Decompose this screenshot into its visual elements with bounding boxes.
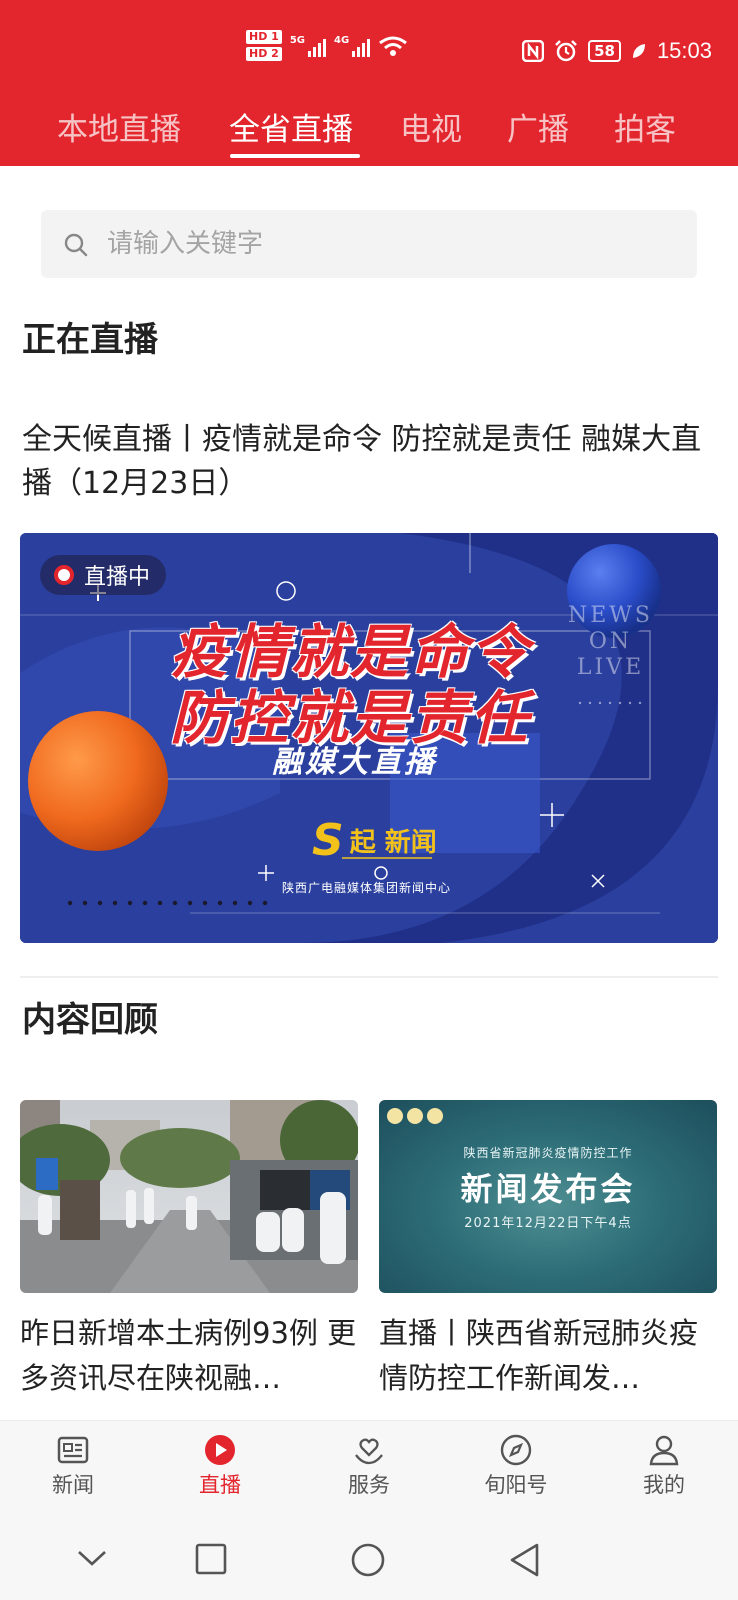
review-card-title[interactable]: 直播丨陕西省新冠肺炎疫情防控工作新闻发… — [379, 1311, 717, 1401]
nav-item-xunyang[interactable]: 旬阳号 — [466, 1433, 566, 1499]
tab-tv[interactable]: 电视 — [400, 104, 462, 149]
nav-label-news: 新闻 — [52, 1473, 94, 1497]
brand-s-logo: S — [312, 815, 344, 866]
search-icon — [64, 233, 88, 257]
signal-5g-label: 5G — [289, 34, 305, 46]
banner-brand-logo: S 起 新闻 — [312, 815, 437, 866]
live-play-icon — [205, 1435, 235, 1465]
hd1-indicator: HD 1 — [246, 30, 282, 44]
status-time: 15:03 — [656, 38, 712, 63]
review-card[interactable]: 昨日新增本土病例93例 更多资讯尽在陕视融… — [20, 1100, 358, 1401]
review-card-thumbnail[interactable]: 陕西省新冠肺炎疫情防控工作 新闻发布会 2021年12月22日下午4点 — [379, 1100, 717, 1293]
user-icon — [649, 1435, 679, 1466]
live-status-badge: 直播中 — [40, 555, 167, 595]
section-divider — [20, 976, 718, 978]
live-banner[interactable]: NEWS ON LIVE 直播中 疫情就是命令 防控就是责任 融媒大直播 S 起 新… — [20, 533, 718, 943]
nav-label-live: 直播 — [199, 1473, 241, 1497]
status-signal-group: HD 1 HD 2 5G 4G — [246, 30, 408, 61]
now-live-heading: 正在直播 — [22, 320, 158, 360]
live-badge-label: 直播中 — [84, 565, 151, 590]
banner-organization: 陕西广电融媒体集团新闻中心 — [282, 881, 452, 895]
alarm-icon — [555, 40, 577, 62]
app-header: HD 1 HD 2 5G 4G 58 15:03 本地直播 全省直播 电视 广播… — [0, 0, 738, 166]
tab-local-live[interactable]: 本地直播 — [57, 104, 181, 149]
live-dot-icon — [54, 565, 74, 585]
nfc-icon — [522, 40, 545, 62]
wifi-icon — [379, 36, 408, 56]
live-item-title[interactable]: 全天候直播丨疫情就是命令 防控就是责任 融媒大直播（12月23日） — [22, 418, 722, 506]
search-input[interactable] — [107, 222, 667, 266]
thumbnail-caption-date: 2021年12月22日下午4点 — [464, 1216, 632, 1231]
nav-label-mine: 我的 — [643, 1473, 685, 1497]
hd2-indicator: HD 2 — [246, 47, 282, 61]
back-icon[interactable] — [508, 1542, 542, 1578]
top-tab-bar: 本地直播 全省直播 电视 广播 拍客 — [0, 100, 738, 166]
news-icon — [57, 1436, 89, 1464]
nav-label-xunyang: 旬阳号 — [484, 1473, 548, 1497]
leaf-icon — [632, 44, 645, 58]
review-card-thumbnail[interactable] — [20, 1100, 358, 1293]
nav-item-news[interactable]: 新闻 — [23, 1433, 123, 1499]
hd-indicators: HD 1 HD 2 — [246, 30, 282, 61]
status-right-group: 58 15:03 — [522, 38, 712, 64]
search-bar[interactable] — [41, 210, 697, 278]
active-tab-indicator — [230, 154, 360, 158]
hide-keyboard-chevron-icon[interactable] — [76, 1548, 108, 1568]
signal-4g-icon: 4G — [334, 34, 371, 57]
status-bar: HD 1 HD 2 5G 4G 58 15:03 — [0, 0, 738, 100]
service-heart-icon — [355, 1438, 383, 1465]
street-scene-image — [20, 1100, 358, 1293]
tab-radio[interactable]: 广播 — [507, 104, 569, 149]
system-nav-bar — [0, 1524, 738, 1600]
tab-province-live[interactable]: 全省直播 — [229, 104, 353, 149]
brand-name: 起 新闻 — [349, 828, 437, 858]
bottom-nav-bar: 新闻 直播 服务 旬阳号 我的 — [0, 1420, 738, 1524]
nav-label-service: 服务 — [348, 1473, 390, 1497]
media-logos-icon — [387, 1108, 443, 1124]
nav-item-service[interactable]: 服务 — [319, 1433, 419, 1499]
review-card[interactable]: 陕西省新冠肺炎疫情防控工作 新闻发布会 2021年12月22日下午4点 直播丨陕… — [379, 1100, 717, 1401]
signal-5g-icon: 5G — [290, 35, 326, 57]
review-heading: 内容回顾 — [22, 1000, 158, 1040]
signal-4g-label: 4G — [334, 34, 350, 46]
nav-item-live[interactable]: 直播 — [170, 1433, 270, 1499]
thumbnail-caption-big: 新闻发布会 — [460, 1170, 636, 1208]
nav-item-mine[interactable]: 我的 — [614, 1433, 714, 1499]
compass-icon — [500, 1434, 532, 1466]
battery-indicator: 58 — [588, 40, 621, 62]
review-card-title[interactable]: 昨日新增本土病例93例 更多资讯尽在陕视融… — [20, 1311, 358, 1401]
banner-subtitle: 融媒大直播 — [272, 745, 437, 780]
recent-apps-icon[interactable] — [194, 1542, 228, 1576]
thumbnail-caption-small: 陕西省新冠肺炎疫情防控工作 — [463, 1146, 633, 1160]
tab-paike[interactable]: 拍客 — [614, 104, 676, 149]
home-icon[interactable] — [350, 1542, 386, 1578]
banner-news-on-live-watermark: NEWS ON LIVE — [568, 603, 653, 680]
